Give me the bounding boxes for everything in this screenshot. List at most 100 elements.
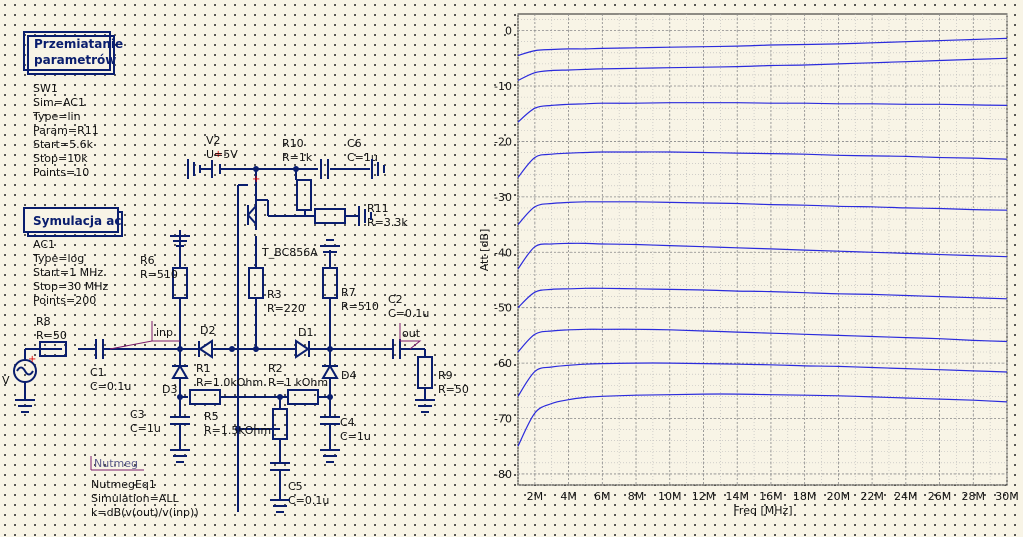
dc-source-v2[interactable]: + + V2 U=5V <box>206 134 260 185</box>
ac-param-line: Stop=30 MHz <box>33 280 108 293</box>
x-tick-label: 8M <box>628 490 645 503</box>
capacitor-c3[interactable]: C3 C=1u <box>130 397 190 445</box>
resistor-r10[interactable]: R10 R=1k <box>282 137 313 211</box>
ac-name: AC1 <box>33 238 55 251</box>
r5-value: R=1.5kOhm <box>204 424 271 437</box>
ac-param-line: Type=log <box>32 252 84 265</box>
r5-label: R5 <box>204 410 219 423</box>
capacitor-c1[interactable]: C1 C=0.1u <box>90 339 131 393</box>
sweep-block[interactable]: Przemiatanie parametrów SW1 Sim=AC1 Type… <box>23 31 123 179</box>
ground-symbol <box>15 399 35 413</box>
c3-label: C3 <box>130 408 145 421</box>
capacitor-c6[interactable]: C6 C=1u <box>320 137 378 179</box>
r6-label: R6 <box>140 254 155 267</box>
x-tick-label: 28M <box>962 490 986 503</box>
r8-value: R=50 <box>36 329 67 342</box>
r9-value: R=50 <box>438 383 469 396</box>
sweep-header-line1: Przemiatanie <box>34 37 123 51</box>
c5-value: C=0.1u <box>288 494 329 507</box>
r1-label: R1 <box>196 362 211 375</box>
c5-label: C5 <box>288 480 303 493</box>
y-tick-label: -10 <box>494 80 512 93</box>
y-tick-label: 0 <box>505 25 512 38</box>
ac-param-line: Start=1 MHz <box>33 266 103 279</box>
c6-label: C6 <box>347 137 362 150</box>
sweep-header-line2: parametrów <box>34 53 116 67</box>
x-tick-label: 6M <box>594 490 611 503</box>
ac-source-symbol[interactable]: + V <box>2 354 37 387</box>
diode-d1[interactable]: D1 <box>295 326 313 359</box>
circuit-schematic: Przemiatanie parametrów SW1 Sim=AC1 Type… <box>2 13 1019 519</box>
x-tick-label: 2M <box>527 490 544 503</box>
c6-value: C=1u <box>347 151 378 164</box>
c4-value: C=1u <box>340 430 371 443</box>
resistor-r11[interactable]: R11 R=3.3k <box>314 202 408 229</box>
x-tick-label: 30M <box>995 490 1019 503</box>
y-tick-label: -70 <box>494 413 512 426</box>
transistor-t-bc856a[interactable]: T_BC856A <box>247 199 318 259</box>
x-tick-label: 4M <box>560 490 577 503</box>
transistor-label: T_BC856A <box>261 246 318 259</box>
resistor-r3[interactable]: R3 R=220 <box>248 267 305 315</box>
sweep-param-line: Sim=AC1 <box>33 96 85 109</box>
diode-d2[interactable]: D2 <box>198 324 215 359</box>
sweep-param-line: Param=R11 <box>33 124 99 137</box>
sweep-param-line: Start=5.6k <box>33 138 94 151</box>
chart-xlabel: Freq [MHz] <box>733 504 792 517</box>
c2-value: C=0.1u <box>388 307 429 320</box>
nutmeg-header: Nutmeg <box>94 457 138 470</box>
r6-value: R=510 <box>140 268 178 281</box>
chart-plot-area <box>517 13 1008 486</box>
ground-symbol <box>187 159 201 179</box>
r7-label: R7 <box>341 286 356 299</box>
nutmeg-block[interactable]: Nutmeg NutmegEq1 Simulation=ALL k=dB(v(o… <box>90 456 199 519</box>
x-tick-label: 20M <box>827 490 851 503</box>
y-tick-label: -40 <box>494 246 512 259</box>
nutmeg-line: k=dB(v(out)/v(inp)) <box>91 506 199 519</box>
r2-value: R=1 kOhm <box>268 376 328 389</box>
inp-label: inp <box>156 326 173 339</box>
sweep-param-line: Stop=10k <box>33 152 88 165</box>
r3-label: R3 <box>267 288 282 301</box>
ac-param-line: Points=200 <box>33 294 96 307</box>
ground-symbol <box>170 230 190 247</box>
resistor-r1[interactable] <box>272 408 288 440</box>
r3-value: R=220 <box>267 302 305 315</box>
chart-x-ticks: 2M 4M 6M 8M 10M 12M 14M 16M 18M 20M 22M 24M 26M 28M 30… <box>527 490 1019 503</box>
x-tick-label: 18M <box>793 490 817 503</box>
y-tick-label: -50 <box>494 302 512 315</box>
attenuation-chart[interactable]: 0 -10 -20 -30 -40 -50 -60 -70 -80 2M 4M 6M 8M 10M 12M… <box>478 13 1019 517</box>
node-label-inp: inp <box>109 321 180 350</box>
x-tick-label: 10M <box>658 490 682 503</box>
resistor-r7[interactable]: R7 R=510 <box>322 267 379 313</box>
sweep-param-line: Points=10 <box>33 166 89 179</box>
chart-y-ticks: 0 -10 -20 -30 -40 -50 -60 -70 -80 <box>494 25 512 481</box>
r11-value: R=3.3k <box>367 216 408 229</box>
v2-value: U=5V <box>206 148 238 161</box>
nutmeg-name: NutmegEq1 <box>91 478 156 491</box>
ac-header: Symulacja ac <box>33 214 121 228</box>
r1-value: R=1.0kOhm <box>196 376 263 389</box>
sweep-name: SW1 <box>33 82 58 95</box>
capacitor-c4[interactable]: C4 C=1u <box>320 397 371 445</box>
x-tick-label: 24M <box>894 490 918 503</box>
v2-label: V2 <box>206 134 221 147</box>
c2-label: C2 <box>388 293 403 306</box>
c3-value: C=1u <box>130 422 161 435</box>
y-tick-label: -30 <box>494 191 512 204</box>
ground-symbol <box>415 399 435 413</box>
r10-label: R10 <box>282 137 304 150</box>
x-tick-label: 26M <box>928 490 952 503</box>
ac-sim-block[interactable]: Symulacja ac AC1 Type=log Start=1 MHz St… <box>23 207 123 307</box>
y-tick-label: -80 <box>494 468 512 481</box>
c1-value: C=0.1u <box>90 380 131 393</box>
c4-label: C4 <box>340 416 355 429</box>
r7-value: R=510 <box>341 300 379 313</box>
d3-label: D3 <box>162 383 177 396</box>
ground-symbol <box>320 445 340 463</box>
x-tick-label: 14M <box>725 490 749 503</box>
y-tick-label: -60 <box>494 357 512 370</box>
diode-d3[interactable]: D3 <box>162 364 189 396</box>
x-tick-label: 16M <box>759 490 783 503</box>
c1-label: C1 <box>90 366 105 379</box>
